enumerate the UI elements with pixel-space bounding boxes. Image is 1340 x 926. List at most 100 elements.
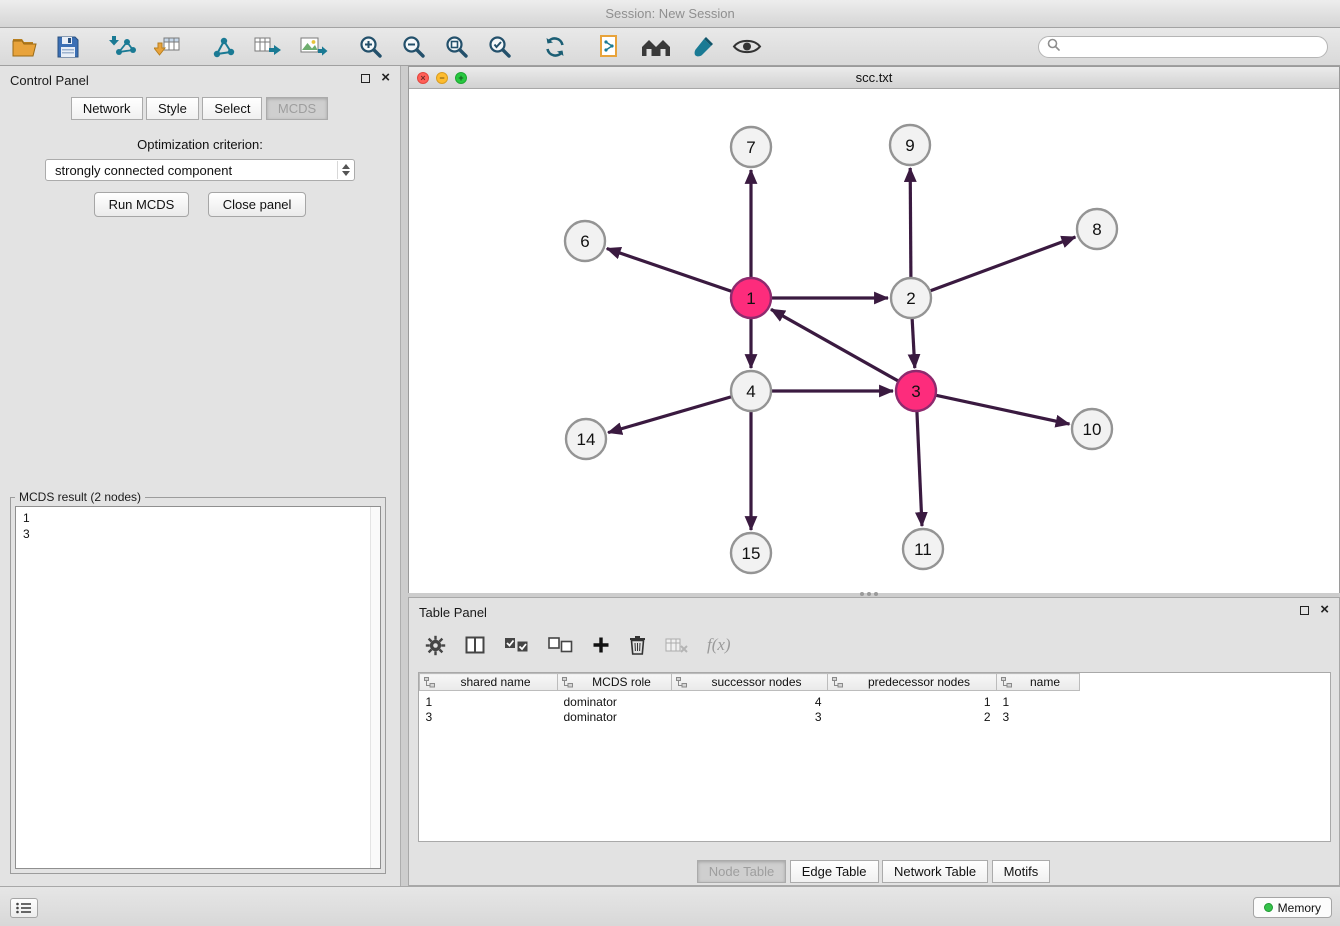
- mcds-result-line: 1: [23, 510, 373, 526]
- open-folder-icon[interactable]: [12, 36, 39, 57]
- export-image-icon[interactable]: [300, 35, 328, 58]
- graph-edge-2-9[interactable]: [910, 168, 911, 278]
- new-network-icon[interactable]: [211, 35, 236, 59]
- tab-network[interactable]: Network: [71, 97, 143, 120]
- paint-style-icon[interactable]: [690, 35, 714, 59]
- graph-edge-2-8[interactable]: [930, 237, 1076, 291]
- float-table-panel-icon[interactable]: [1300, 606, 1309, 615]
- cell-successor-nodes[interactable]: 4: [672, 691, 828, 710]
- snapshot-icon[interactable]: [598, 34, 622, 59]
- status-bar: Memory: [0, 886, 1340, 926]
- cell-mcds-role[interactable]: dominator: [558, 691, 672, 710]
- network-window-titlebar: × − + scc.txt: [409, 67, 1339, 89]
- window-minimize-icon[interactable]: −: [436, 72, 448, 84]
- column-header-mcds-role[interactable]: MCDS role: [558, 674, 672, 691]
- tab-node-table[interactable]: Node Table: [697, 860, 787, 883]
- function-builder-icon[interactable]: f(x): [707, 635, 731, 655]
- node-table-area: shared name MCDS role successor nodes pr…: [418, 672, 1331, 842]
- sort-icon: [676, 677, 687, 691]
- network-canvas[interactable]: 7 9 6 8 1 2 4 3 14 10 15 11: [409, 89, 1339, 593]
- run-mcds-button[interactable]: Run MCDS: [94, 192, 190, 217]
- table-panel-title: Table Panel: [419, 605, 487, 620]
- close-table-panel-icon[interactable]: ×: [1320, 605, 1329, 615]
- graph-node-11[interactable]: 11: [903, 529, 943, 569]
- refresh-icon[interactable]: [542, 35, 568, 59]
- cell-name[interactable]: 1: [997, 691, 1080, 710]
- graph-edge-3-11[interactable]: [917, 411, 922, 526]
- graph-node-2[interactable]: 2: [891, 278, 931, 318]
- graph-node-15[interactable]: 15: [731, 533, 771, 573]
- tab-style[interactable]: Style: [146, 97, 199, 120]
- zoom-out-icon[interactable]: [401, 34, 426, 59]
- cell-predecessor-nodes[interactable]: 1: [828, 691, 997, 710]
- select-all-icon[interactable]: [504, 637, 529, 653]
- zoom-selected-icon[interactable]: [487, 34, 512, 59]
- cell-shared-name[interactable]: 1: [420, 691, 558, 710]
- column-header-successor-nodes[interactable]: successor nodes: [672, 674, 828, 691]
- graph-node-3[interactable]: 3: [896, 371, 936, 411]
- graph-node-7[interactable]: 7: [731, 127, 771, 167]
- svg-text:11: 11: [914, 540, 932, 559]
- gear-icon[interactable]: [425, 635, 446, 656]
- deselect-all-icon[interactable]: [548, 637, 573, 653]
- save-icon[interactable]: [57, 36, 79, 58]
- graph-edge-4-14[interactable]: [608, 397, 732, 433]
- zoom-group: [358, 34, 512, 59]
- svg-text:1: 1: [746, 289, 755, 308]
- tab-network-table[interactable]: Network Table: [882, 860, 988, 883]
- column-header-predecessor-nodes[interactable]: predecessor nodes: [828, 674, 997, 691]
- close-panel-button[interactable]: Close panel: [208, 192, 307, 217]
- zoom-in-icon[interactable]: [358, 34, 383, 59]
- control-panel: Control Panel × Network Style Select MCD…: [0, 66, 401, 886]
- zoom-fit-icon[interactable]: [444, 34, 469, 59]
- network-graph[interactable]: 7 9 6 8 1 2 4 3 14 10 15 11: [409, 89, 1339, 593]
- close-panel-icon[interactable]: ×: [381, 73, 390, 83]
- import-network-icon[interactable]: [109, 35, 136, 58]
- panel-splitter-handle[interactable]: [860, 592, 878, 596]
- tab-select[interactable]: Select: [202, 97, 262, 120]
- graph-edge-2-3[interactable]: [912, 318, 915, 368]
- cell-predecessor-nodes[interactable]: 2: [828, 709, 997, 725]
- svg-text:8: 8: [1092, 220, 1101, 239]
- graph-edge-3-10[interactable]: [936, 395, 1070, 424]
- cell-mcds-role[interactable]: dominator: [558, 709, 672, 725]
- table-row[interactable]: 3 dominator 3 2 3: [420, 709, 1080, 725]
- tab-motifs[interactable]: Motifs: [992, 860, 1051, 883]
- delete-table-icon[interactable]: [665, 637, 688, 653]
- tab-edge-table[interactable]: Edge Table: [790, 860, 879, 883]
- column-header-shared-name[interactable]: shared name: [420, 674, 558, 691]
- cell-successor-nodes[interactable]: 3: [672, 709, 828, 725]
- memory-button[interactable]: Memory: [1253, 897, 1332, 918]
- column-header-name[interactable]: name: [997, 674, 1080, 691]
- eye-icon[interactable]: [732, 37, 762, 56]
- graph-edge-1-6[interactable]: [607, 249, 732, 292]
- import-table-icon[interactable]: [154, 35, 181, 58]
- graph-edge-3-1[interactable]: [771, 309, 899, 381]
- search-input[interactable]: [1066, 38, 1319, 56]
- graph-node-1[interactable]: 1: [731, 278, 771, 318]
- float-panel-icon[interactable]: [361, 74, 370, 83]
- table-panel: Table Panel ×: [408, 597, 1340, 886]
- table-row[interactable]: 1 dominator 4 1 1: [420, 691, 1080, 710]
- add-row-icon[interactable]: [592, 636, 610, 654]
- window-zoom-icon[interactable]: +: [455, 72, 467, 84]
- svg-text:10: 10: [1083, 420, 1102, 439]
- trash-icon[interactable]: [629, 635, 646, 655]
- graph-node-9[interactable]: 9: [890, 125, 930, 165]
- graph-node-4[interactable]: 4: [731, 371, 771, 411]
- first-neighbors-icon[interactable]: [640, 36, 672, 58]
- export-network-icon[interactable]: [254, 35, 282, 58]
- columns-icon[interactable]: [465, 636, 485, 654]
- window-close-icon[interactable]: ×: [417, 72, 429, 84]
- graph-node-10[interactable]: 10: [1072, 409, 1112, 449]
- cell-name[interactable]: 3: [997, 709, 1080, 725]
- graph-node-6[interactable]: 6: [565, 221, 605, 261]
- tab-mcds[interactable]: MCDS: [266, 97, 328, 120]
- mcds-result-box[interactable]: 1 3: [15, 506, 381, 869]
- graph-node-8[interactable]: 8: [1077, 209, 1117, 249]
- cell-shared-name[interactable]: 3: [420, 709, 558, 725]
- graph-node-14[interactable]: 14: [566, 419, 606, 459]
- optimization-select[interactable]: strongly connected component: [45, 159, 355, 181]
- task-history-button[interactable]: [10, 898, 38, 918]
- result-scrollbar[interactable]: [370, 507, 380, 868]
